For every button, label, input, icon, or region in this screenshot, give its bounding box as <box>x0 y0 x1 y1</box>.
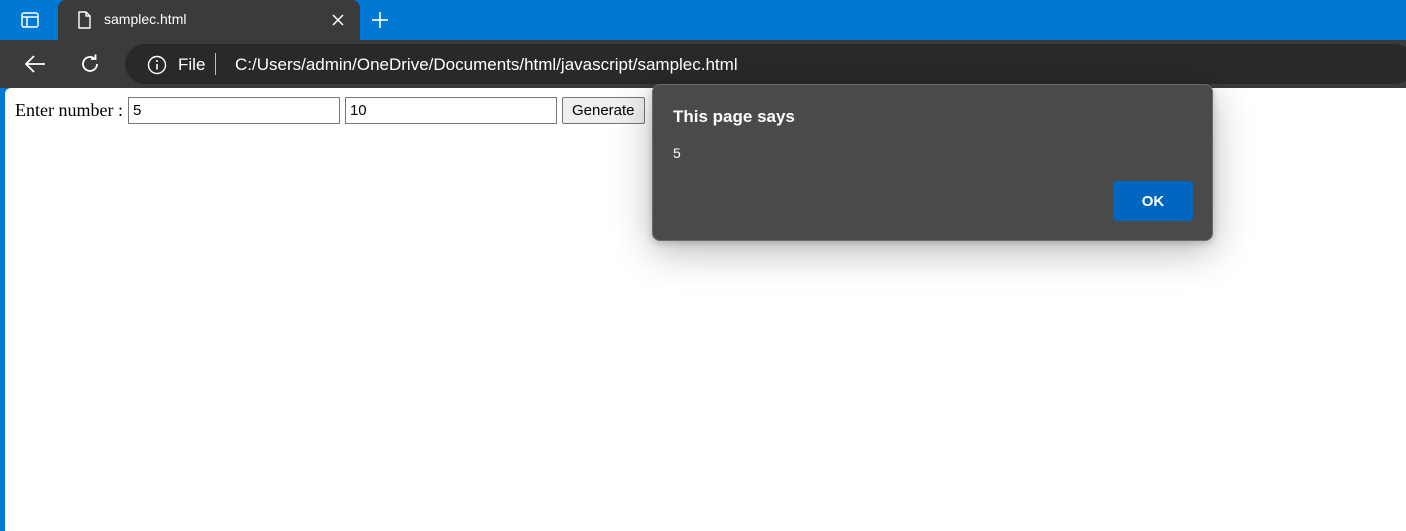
browser-toolbar: File C:/Users/admin/OneDrive/Documents/h… <box>0 40 1406 88</box>
alert-dialog: This page says 5 OK <box>652 84 1213 241</box>
plus-icon[interactable] <box>368 8 392 32</box>
back-arrow-icon[interactable] <box>20 50 50 78</box>
number-form: Enter number : Generate <box>15 97 645 124</box>
address-separator <box>215 53 216 75</box>
dialog-title: This page says <box>673 107 795 126</box>
close-icon[interactable] <box>328 10 348 30</box>
reload-icon[interactable] <box>75 50 105 78</box>
file-icon <box>74 10 94 30</box>
number-input-2[interactable] <box>344 97 557 124</box>
active-tab[interactable]: samplec.html <box>58 0 360 40</box>
dialog-message: 5 <box>673 145 681 161</box>
address-bar[interactable]: File C:/Users/admin/OneDrive/Documents/h… <box>125 44 1406 84</box>
number-input-1[interactable] <box>127 97 340 124</box>
tab-strip: samplec.html <box>0 0 1406 40</box>
tab-actions-icon[interactable] <box>10 8 50 32</box>
ok-button[interactable]: OK <box>1113 181 1193 221</box>
address-scheme: File <box>178 55 206 74</box>
address-url[interactable]: C:/Users/admin/OneDrive/Documents/html/j… <box>235 55 738 75</box>
tab-title: samplec.html <box>104 11 187 27</box>
enter-number-label: Enter number : <box>15 100 123 120</box>
generate-button[interactable]: Generate <box>561 97 645 124</box>
info-icon[interactable] <box>147 55 167 75</box>
